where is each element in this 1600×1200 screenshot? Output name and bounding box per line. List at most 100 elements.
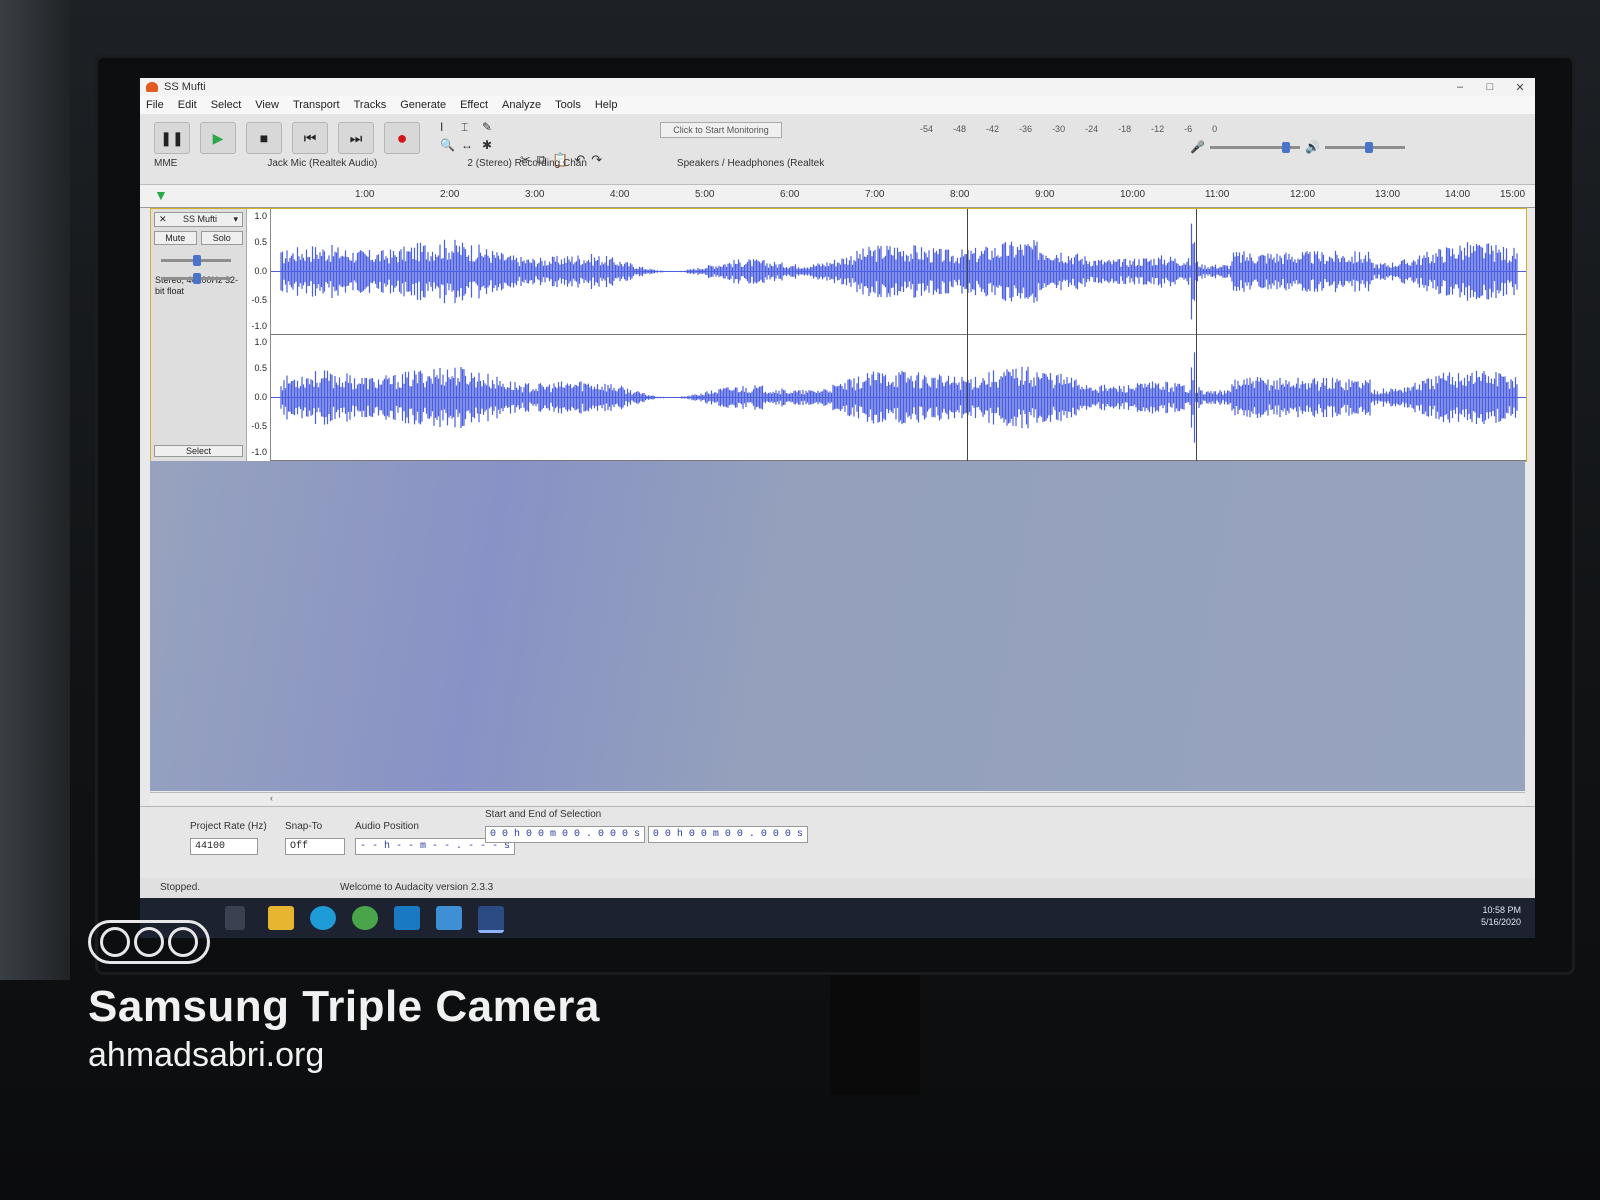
menu-view[interactable]: View bbox=[255, 99, 279, 111]
camera-watermark: Samsung Triple Camera ahmadsabri.org bbox=[88, 920, 600, 1075]
maximize-button[interactable]: □ bbox=[1475, 81, 1505, 94]
empty-track-area[interactable] bbox=[150, 461, 1525, 791]
playback-volume-slider[interactable] bbox=[1325, 142, 1405, 153]
timeshift-tool-icon[interactable]: ↔ bbox=[461, 138, 479, 152]
scroll-left-icon[interactable]: ‹ bbox=[270, 793, 273, 803]
menu-effect[interactable]: Effect bbox=[460, 99, 488, 111]
clock-date: 5/16/2020 bbox=[1480, 917, 1521, 927]
menu-help[interactable]: Help bbox=[595, 99, 618, 111]
envelope-tool-icon[interactable]: ⌶ bbox=[461, 120, 479, 135]
system-clock[interactable]: 10:58 PM 5/16/2020 bbox=[1481, 904, 1521, 928]
left-channel[interactable] bbox=[271, 209, 1526, 335]
horizontal-scrollbar[interactable]: ‹ bbox=[150, 792, 1525, 805]
zoom-tool-icon[interactable]: 🔍 bbox=[440, 138, 458, 152]
track-close-icon[interactable]: ✕ bbox=[159, 214, 167, 225]
project-rate-label: Project Rate (Hz) bbox=[190, 821, 267, 832]
ruler-tick: 14:00 bbox=[1445, 189, 1471, 200]
draw-tool-icon[interactable]: ✎ bbox=[482, 120, 500, 135]
meter-tick: -24 bbox=[1085, 124, 1099, 134]
menu-edit[interactable]: Edit bbox=[178, 99, 197, 111]
timeline-ruler[interactable]: ▼ 1:00 2:00 3:00 4:00 5:00 6:00 7:00 8:0… bbox=[140, 185, 1535, 208]
microphone-icon: 🎤 bbox=[1190, 140, 1205, 154]
project-rate-group: Project Rate (Hz) 44100 bbox=[190, 821, 267, 855]
audio-track[interactable]: ✕ SS Mufti ▾ Mute Solo Stereo, 44100Hz 3… bbox=[150, 208, 1527, 462]
scale-label: -1.0 bbox=[251, 321, 267, 331]
pause-button[interactable]: ❚❚ bbox=[154, 122, 190, 154]
left-waveform bbox=[271, 223, 1526, 320]
select-track-button[interactable]: Select bbox=[154, 445, 243, 457]
ruler-tick: 7:00 bbox=[865, 189, 885, 200]
right-channel[interactable] bbox=[271, 335, 1526, 461]
slider-thumb[interactable] bbox=[1365, 142, 1373, 153]
skip-start-button[interactable]: ⏮ bbox=[292, 122, 328, 154]
record-button[interactable]: ● bbox=[384, 122, 420, 154]
playback-meter-scale[interactable]: -54 -48 -42 -36 -30 -24 -18 -12 -6 0 bbox=[920, 124, 1217, 134]
recording-channels-select[interactable]: 2 (Stereo) Recording Chan bbox=[467, 158, 587, 169]
project-rate-select[interactable]: 44100 bbox=[190, 838, 258, 855]
vertical-scale[interactable]: 1.0 0.5 0.0 -0.5 -1.0 1.0 0.5 0.0 -0.5 -… bbox=[246, 209, 271, 461]
recording-meter[interactable]: Click to Start Monitoring bbox=[660, 122, 782, 138]
toolbar-area: ❚❚ ▶ ■ ⏮ ⏭ ● I ⌶ ✎ 🔍 ↔ ✱ ✂ ⧉ 📋 ↶ ↷ Click… bbox=[140, 114, 1535, 185]
transport-toolbar: ❚❚ ▶ ■ ⏮ ⏭ ● bbox=[154, 122, 420, 154]
monitor-stand bbox=[830, 975, 920, 1095]
play-head-icon[interactable]: ▼ bbox=[154, 187, 168, 203]
clip-boundary[interactable] bbox=[967, 209, 968, 461]
scale-label: 0.0 bbox=[254, 392, 267, 402]
snap-to-select[interactable]: Off bbox=[285, 838, 345, 855]
track-control-panel: ✕ SS Mufti ▾ Mute Solo Stereo, 44100Hz 3… bbox=[151, 209, 247, 461]
mute-button[interactable]: Mute bbox=[154, 231, 197, 245]
meter-tick: -18 bbox=[1118, 124, 1132, 134]
meter-tick: -54 bbox=[920, 124, 934, 134]
selection-tool-icon[interactable]: I bbox=[440, 120, 458, 135]
multi-tool-icon[interactable]: ✱ bbox=[482, 138, 500, 152]
chevron-down-icon[interactable]: ▾ bbox=[233, 214, 238, 225]
slider-thumb[interactable] bbox=[193, 273, 201, 284]
audio-host-select[interactable]: MME bbox=[154, 158, 177, 169]
solo-button[interactable]: Solo bbox=[200, 231, 243, 245]
menu-tools[interactable]: Tools bbox=[555, 99, 581, 111]
pan-slider[interactable] bbox=[161, 273, 231, 284]
meter-tick: -6 bbox=[1184, 124, 1193, 134]
menu-analyze[interactable]: Analyze bbox=[502, 99, 541, 111]
menu-select[interactable]: Select bbox=[211, 99, 242, 111]
clip-boundary[interactable] bbox=[1196, 209, 1197, 461]
stop-button[interactable]: ■ bbox=[246, 122, 282, 154]
slider-thumb[interactable] bbox=[1282, 142, 1290, 153]
ruler-tick: 11:00 bbox=[1205, 189, 1230, 200]
menu-transport[interactable]: Transport bbox=[293, 99, 340, 111]
minimize-button[interactable]: – bbox=[1445, 81, 1475, 94]
recording-device-select[interactable]: Jack Mic (Realtek Audio) bbox=[267, 158, 377, 169]
scale-label: 0.5 bbox=[254, 363, 267, 373]
triple-camera-icon bbox=[88, 920, 210, 964]
ruler-tick: 2:00 bbox=[440, 189, 460, 200]
watermark-url: ahmadsabri.org bbox=[88, 1036, 325, 1074]
selection-toolbar: Project Rate (Hz) 44100 Snap-To Off Audi… bbox=[140, 806, 1535, 879]
gain-slider[interactable] bbox=[161, 255, 231, 266]
scale-label: -1.0 bbox=[251, 447, 267, 457]
menu-generate[interactable]: Generate bbox=[400, 99, 446, 111]
scale-label: 0.5 bbox=[254, 237, 267, 247]
ruler-tick: 13:00 bbox=[1375, 189, 1401, 200]
scale-label: -0.5 bbox=[251, 295, 267, 305]
scale-label: 1.0 bbox=[254, 337, 267, 347]
snap-to-label: Snap-To bbox=[285, 821, 323, 832]
status-message: Welcome to Audacity version 2.3.3 bbox=[340, 882, 494, 893]
ruler-tick: 10:00 bbox=[1120, 189, 1146, 200]
selection-start-field[interactable]: 0 0 h 0 0 m 0 0 . 0 0 0 s bbox=[485, 826, 646, 843]
menu-file[interactable]: File bbox=[146, 99, 164, 111]
device-toolbar: MME Jack Mic (Realtek Audio) 2 (Stereo) … bbox=[154, 158, 824, 169]
waveform-area[interactable] bbox=[271, 209, 1526, 461]
play-button[interactable]: ▶ bbox=[200, 122, 236, 154]
skip-end-button[interactable]: ⏭ bbox=[338, 122, 374, 154]
recording-volume-slider[interactable] bbox=[1210, 142, 1300, 153]
selection-label: Start and End of Selection bbox=[485, 809, 602, 820]
close-button[interactable]: ✕ bbox=[1505, 81, 1535, 94]
scale-label: 0.0 bbox=[254, 266, 267, 276]
wall-background bbox=[0, 0, 70, 980]
track-name-dropdown[interactable]: ✕ SS Mufti ▾ bbox=[154, 212, 243, 227]
menu-tracks[interactable]: Tracks bbox=[354, 99, 387, 111]
playback-device-select[interactable]: Speakers / Headphones (Realtek bbox=[677, 158, 824, 169]
selection-end-field[interactable]: 0 0 h 0 0 m 0 0 . 0 0 0 s bbox=[647, 826, 808, 843]
tools-toolbar: I ⌶ ✎ 🔍 ↔ ✱ bbox=[440, 120, 500, 152]
slider-thumb[interactable] bbox=[193, 255, 201, 266]
